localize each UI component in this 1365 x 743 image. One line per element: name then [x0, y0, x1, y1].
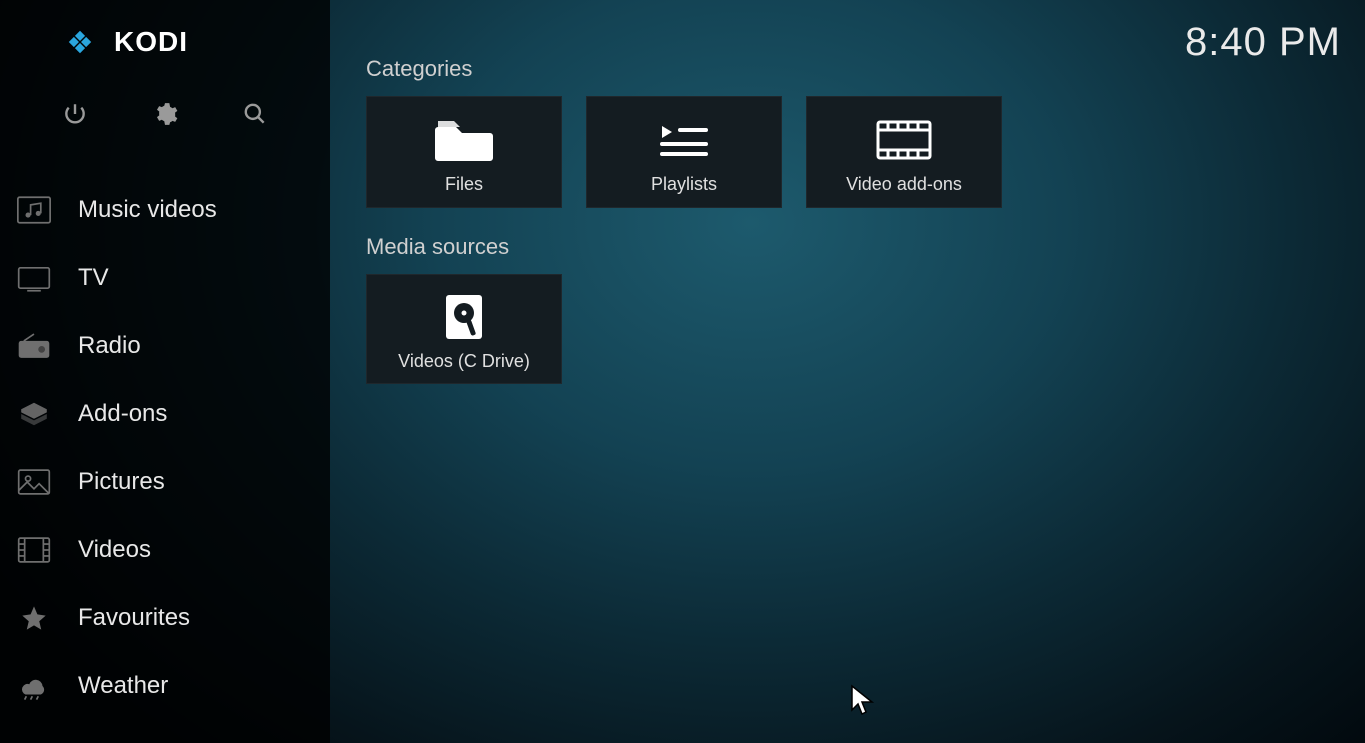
categories-row: Files Playlists	[366, 96, 1365, 208]
main-panel: 8:40 PM Categories Files Playlists	[330, 0, 1365, 743]
sidebar-item-weather[interactable]: Weather	[0, 652, 330, 720]
sidebar-item-favourites[interactable]: Favourites	[0, 584, 330, 652]
sidebar-item-music-videos[interactable]: Music videos	[0, 176, 330, 244]
category-card-files[interactable]: Files	[366, 96, 562, 208]
folder-icon	[434, 116, 494, 164]
tv-icon	[14, 262, 54, 294]
drive-icon	[434, 293, 494, 341]
playlist-icon	[654, 116, 714, 164]
brand: KODI	[0, 14, 330, 68]
radio-icon	[14, 330, 54, 362]
gear-icon[interactable]	[147, 96, 183, 132]
section-title-media-sources: Media sources	[366, 234, 1365, 260]
sidebar-item-label: Add-ons	[78, 400, 167, 428]
sidebar-item-label: Radio	[78, 332, 141, 360]
sidebar-menu: Music videos TV Radio	[0, 150, 330, 720]
sidebar-item-label: Music videos	[78, 196, 217, 224]
mouse-cursor-icon	[850, 684, 876, 716]
sidebar-item-radio[interactable]: Radio	[0, 312, 330, 380]
category-card-video-addons[interactable]: Video add-ons	[806, 96, 1002, 208]
sidebar-item-label: TV	[78, 264, 109, 292]
film-icon	[874, 116, 934, 164]
sidebar-item-addons[interactable]: Add-ons	[0, 380, 330, 448]
media-sources-row: Videos (C Drive)	[366, 274, 1365, 384]
search-icon[interactable]	[237, 96, 273, 132]
brand-name: KODI	[114, 26, 188, 58]
power-icon[interactable]	[57, 96, 93, 132]
sidebar: KODI	[0, 0, 330, 743]
card-label: Video add-ons	[846, 174, 962, 195]
clock: 8:40 PM	[1185, 20, 1341, 65]
sidebar-item-videos[interactable]: Videos	[0, 516, 330, 584]
media-source-card[interactable]: Videos (C Drive)	[366, 274, 562, 384]
star-icon	[14, 602, 54, 634]
card-label: Files	[445, 174, 483, 195]
card-label: Videos (C Drive)	[398, 351, 530, 372]
sidebar-item-label: Videos	[78, 536, 151, 564]
pictures-icon	[14, 466, 54, 498]
weather-icon	[14, 670, 54, 702]
category-card-playlists[interactable]: Playlists	[586, 96, 782, 208]
sidebar-item-label: Weather	[78, 672, 168, 700]
music-video-icon	[14, 194, 54, 226]
addons-icon	[14, 398, 54, 430]
sidebar-item-label: Pictures	[78, 468, 165, 496]
sidebar-item-label: Favourites	[78, 604, 190, 632]
card-label: Playlists	[651, 174, 717, 195]
kodi-logo-icon	[62, 24, 98, 60]
sidebar-item-pictures[interactable]: Pictures	[0, 448, 330, 516]
sidebar-item-tv[interactable]: TV	[0, 244, 330, 312]
top-icon-bar	[0, 68, 330, 150]
videos-icon	[14, 534, 54, 566]
